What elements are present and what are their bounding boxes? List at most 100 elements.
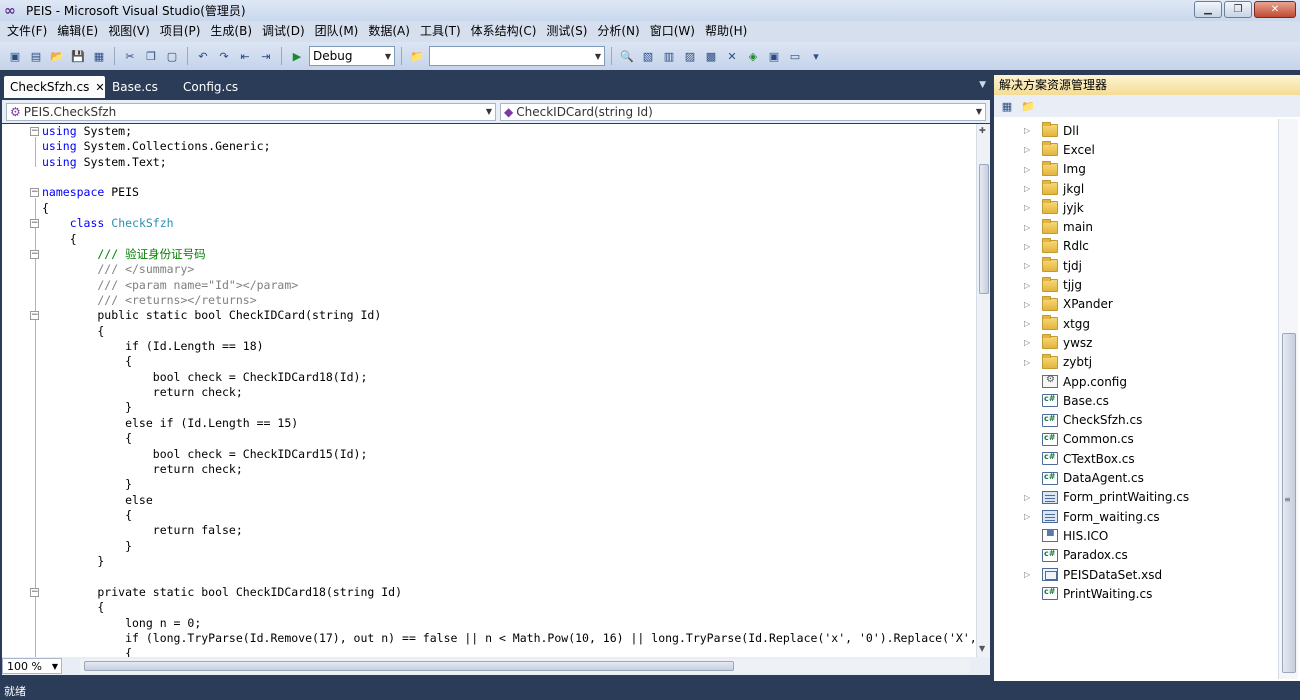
scrollbar-thumb[interactable] bbox=[84, 661, 734, 671]
new-project-icon[interactable]: ▣ bbox=[6, 47, 24, 65]
expand-arrow-icon[interactable]: ▷ bbox=[1024, 358, 1030, 367]
minimize-button[interactable]: ▁ bbox=[1194, 1, 1222, 18]
server-explorer-icon[interactable]: ▣ bbox=[765, 47, 783, 65]
solution-tree-item[interactable]: ▷ Form_waiting.cs bbox=[994, 507, 1278, 526]
show-all-files-icon[interactable]: 📁 bbox=[1019, 98, 1037, 114]
start-debugging-icon[interactable]: ▶ bbox=[288, 47, 306, 65]
collapse-icon[interactable]: − bbox=[30, 188, 39, 197]
solution-tree-item[interactable]: HIS.ICO bbox=[994, 526, 1278, 545]
menu-edit[interactable]: 编辑(E) bbox=[52, 21, 103, 42]
properties-window-icon[interactable]: ▥ bbox=[660, 47, 678, 65]
navigate-forward-icon[interactable]: ⇥ bbox=[257, 47, 275, 65]
zoom-select[interactable]: 100 % ▼ bbox=[2, 658, 62, 674]
solution-tree-item[interactable]: ▷ xtgg bbox=[994, 314, 1278, 333]
solution-tree-item[interactable]: ▷ Rdlc bbox=[994, 237, 1278, 256]
expand-arrow-icon[interactable]: ▷ bbox=[1024, 242, 1030, 251]
expand-arrow-icon[interactable]: ▷ bbox=[1024, 281, 1030, 290]
collapse-icon[interactable]: − bbox=[30, 250, 39, 259]
expand-arrow-icon[interactable]: ▷ bbox=[1024, 319, 1030, 328]
collapse-icon[interactable]: − bbox=[30, 219, 39, 228]
menu-help[interactable]: 帮助(H) bbox=[700, 21, 752, 42]
expand-arrow-icon[interactable]: ▷ bbox=[1024, 145, 1030, 154]
scroll-down-icon[interactable]: ▼ bbox=[979, 644, 985, 653]
expand-arrow-icon[interactable]: ▷ bbox=[1024, 570, 1030, 579]
solution-explorer-scrollbar[interactable]: ≡ bbox=[1278, 119, 1298, 679]
tab-overflow-icon[interactable]: ▼ bbox=[979, 80, 986, 90]
toolbar-options-icon[interactable]: ▾ bbox=[807, 47, 825, 65]
extension-manager-icon[interactable]: ◈ bbox=[744, 47, 762, 65]
save-all-icon[interactable]: ▦ bbox=[90, 47, 108, 65]
expand-arrow-icon[interactable]: ▷ bbox=[1024, 126, 1030, 135]
solution-tree-item[interactable]: ▷ jkgl bbox=[994, 179, 1278, 198]
cut-icon[interactable]: ✂ bbox=[121, 47, 139, 65]
find-in-files-icon[interactable]: 📁 bbox=[408, 47, 426, 65]
expand-arrow-icon[interactable]: ▷ bbox=[1024, 300, 1030, 309]
scrollbar-thumb[interactable] bbox=[979, 164, 989, 294]
solution-tree-item[interactable]: Common.cs bbox=[994, 430, 1278, 449]
expand-arrow-icon[interactable]: ▷ bbox=[1024, 512, 1030, 521]
properties-icon[interactable]: ▦ bbox=[998, 98, 1016, 114]
solution-tree-item[interactable]: ▷ Excel bbox=[994, 140, 1278, 159]
solution-tree-item[interactable]: ▷ zybtj bbox=[994, 353, 1278, 372]
expand-arrow-icon[interactable]: ▷ bbox=[1024, 203, 1030, 212]
solution-tree-item[interactable]: ▷ PEISDataSet.xsd bbox=[994, 565, 1278, 584]
solution-tree-item[interactable]: ▷ Form_printWaiting.cs bbox=[994, 488, 1278, 507]
menu-tools[interactable]: 工具(T) bbox=[415, 21, 466, 42]
menu-team[interactable]: 团队(M) bbox=[310, 21, 364, 42]
menu-architecture[interactable]: 体系结构(C) bbox=[466, 21, 542, 42]
expand-arrow-icon[interactable]: ▷ bbox=[1024, 184, 1030, 193]
tab-checksfzh[interactable]: CheckSfzh.cs ✕ bbox=[4, 76, 105, 98]
menu-debug[interactable]: 调试(D) bbox=[257, 21, 310, 42]
solution-tree-item[interactable]: ▷ Dll bbox=[994, 121, 1278, 140]
solution-tree-item[interactable]: ▷ Img bbox=[994, 160, 1278, 179]
collapse-icon[interactable]: − bbox=[30, 588, 39, 597]
menu-build[interactable]: 生成(B) bbox=[205, 21, 257, 42]
split-handle-icon[interactable]: ✚ bbox=[979, 126, 986, 135]
toolbox-icon[interactable]: ▩ bbox=[702, 47, 720, 65]
solution-tree-item[interactable]: Paradox.cs bbox=[994, 546, 1278, 565]
menu-window[interactable]: 窗口(W) bbox=[645, 21, 700, 42]
solution-tree-item[interactable]: ▷ tjdj bbox=[994, 256, 1278, 275]
menu-project[interactable]: 项目(P) bbox=[155, 21, 206, 42]
solution-explorer-icon[interactable]: ▧ bbox=[639, 47, 657, 65]
menu-data[interactable]: 数据(A) bbox=[363, 21, 415, 42]
close-tab-icon[interactable]: ✕ bbox=[95, 81, 104, 94]
solution-tree-item[interactable]: CheckSfzh.cs bbox=[994, 411, 1278, 430]
save-icon[interactable]: 💾 bbox=[69, 47, 87, 65]
menu-file[interactable]: 文件(F) bbox=[2, 21, 52, 42]
tools-icon[interactable]: ✕ bbox=[723, 47, 741, 65]
paste-icon[interactable]: ▢ bbox=[163, 47, 181, 65]
navigate-backward-icon[interactable]: ⇤ bbox=[236, 47, 254, 65]
tab-config[interactable]: Config.cs bbox=[177, 76, 257, 98]
menu-test[interactable]: 测试(S) bbox=[541, 21, 592, 42]
solution-tree-item[interactable]: PrintWaiting.cs bbox=[994, 584, 1278, 603]
solution-tree-item[interactable]: Base.cs bbox=[994, 391, 1278, 410]
maximize-button[interactable]: ❐ bbox=[1224, 1, 1252, 18]
find-input[interactable]: ▼ bbox=[429, 46, 605, 66]
collapse-icon[interactable]: − bbox=[30, 311, 39, 320]
undo-icon[interactable]: ↶ bbox=[194, 47, 212, 65]
collapse-icon[interactable]: − bbox=[30, 127, 39, 136]
editor-vertical-scrollbar[interactable]: ✚ ▼ bbox=[976, 124, 990, 657]
type-dropdown[interactable]: ⚙ PEIS.CheckSfzh ▼ bbox=[6, 102, 496, 121]
solution-tree-item[interactable]: ▷ tjjg bbox=[994, 275, 1278, 294]
expand-arrow-icon[interactable]: ▷ bbox=[1024, 261, 1030, 270]
start-page-icon[interactable]: ▭ bbox=[786, 47, 804, 65]
tab-base[interactable]: Base.cs bbox=[106, 76, 176, 98]
add-item-icon[interactable]: ▤ bbox=[27, 47, 45, 65]
close-button[interactable]: ✕ bbox=[1254, 1, 1296, 18]
solution-tree-item[interactable]: ▷ ywsz bbox=[994, 333, 1278, 352]
object-browser-icon[interactable]: ▨ bbox=[681, 47, 699, 65]
expand-arrow-icon[interactable]: ▷ bbox=[1024, 338, 1030, 347]
find-symbol-icon[interactable]: 🔍 bbox=[618, 47, 636, 65]
solution-tree-item[interactable]: ▷ main bbox=[994, 218, 1278, 237]
solution-tree-item[interactable]: ▷ jyjk bbox=[994, 198, 1278, 217]
expand-arrow-icon[interactable]: ▷ bbox=[1024, 223, 1030, 232]
copy-icon[interactable]: ❐ bbox=[142, 47, 160, 65]
redo-icon[interactable]: ↷ bbox=[215, 47, 233, 65]
expand-arrow-icon[interactable]: ▷ bbox=[1024, 165, 1030, 174]
code-editor[interactable]: − − − − − − using System; using System.C… bbox=[2, 124, 977, 657]
solution-tree-item[interactable]: App.config bbox=[994, 372, 1278, 391]
editor-horizontal-scrollbar[interactable] bbox=[80, 659, 970, 673]
solution-configuration-select[interactable]: Debug ▼ bbox=[309, 46, 395, 66]
